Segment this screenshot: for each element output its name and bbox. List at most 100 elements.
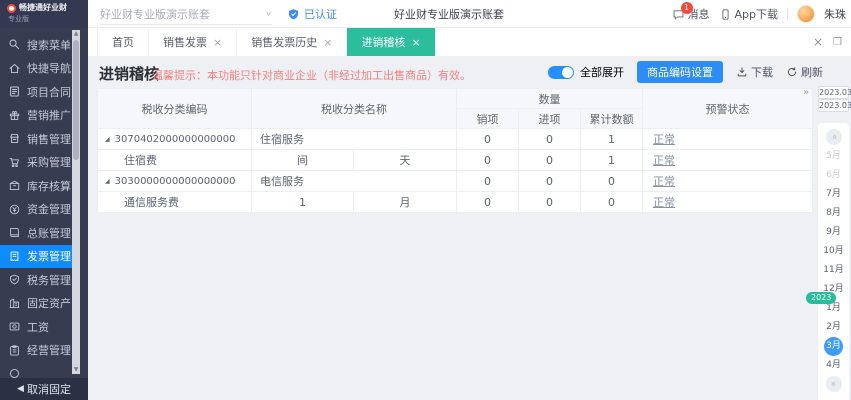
cart-icon	[8, 156, 21, 169]
table-row-child: 通信服务费 1 月 0 0 0 正常	[98, 192, 813, 213]
user-name[interactable]: 朱珠	[824, 6, 846, 22]
year-badge: 2023	[806, 292, 836, 304]
account-dropdown-value: 好业财专业版演示账套	[100, 6, 210, 22]
expand-caret-icon[interactable]: ◢	[105, 136, 110, 143]
month-item[interactable]: 8月	[818, 204, 849, 223]
table-row-group: ◢3030000000000000000 电信服务 0 0 0 正常	[98, 171, 813, 192]
logo-title: 畅捷通好业财	[19, 3, 67, 13]
app-download-button[interactable]: App下载	[719, 6, 779, 22]
close-all-tabs-icon[interactable]: ×	[813, 35, 823, 49]
months-scroll-up-button[interactable]: «	[826, 129, 842, 145]
close-icon[interactable]: ×	[213, 36, 222, 49]
sidebar-item-tax[interactable]: 税务管理	[0, 268, 72, 292]
status-link[interactable]: 正常	[653, 133, 675, 146]
month-item[interactable]: 9月	[818, 223, 849, 242]
expand-all-toggle[interactable]: 全部展开	[548, 64, 624, 80]
sidebar-item-invoice[interactable]: 发票管理	[0, 245, 72, 269]
table-row-group: ◢3070402000000000000 住宿服务 0 0 1 正常	[98, 129, 813, 150]
download-button[interactable]: 下载	[736, 64, 773, 80]
tab-home[interactable]: 首页	[97, 28, 149, 56]
tab-audit[interactable]: 进销稽核 ×	[347, 28, 435, 56]
month-item[interactable]: 4月	[818, 356, 849, 375]
status-link[interactable]: 正常	[653, 196, 675, 209]
phone-icon	[719, 8, 732, 21]
qty-input: 0	[519, 171, 581, 192]
scroll-up-icon[interactable]: ▲	[72, 30, 80, 38]
download-label: 下载	[751, 64, 773, 80]
tab-label: 首页	[112, 34, 134, 50]
refresh-label: 刷新	[801, 64, 823, 80]
sidebar-item-ledger[interactable]: 总账管理	[0, 221, 72, 245]
toggle-switch[interactable]	[548, 66, 574, 79]
sidebar-item-inventory[interactable]: 库存核算	[0, 174, 72, 198]
refresh-button[interactable]: 刷新	[786, 64, 823, 80]
month-item[interactable]: 5月	[818, 147, 849, 166]
divider	[787, 8, 788, 20]
month-item[interactable]: 2月	[818, 318, 849, 337]
page-hint: 温馨提示：本功能只针对商业企业（非经过加工出售商品）有效。	[152, 67, 471, 83]
scroll-down-icon[interactable]: ▼	[72, 366, 80, 374]
status-link[interactable]: 正常	[653, 154, 675, 167]
collapse-panel-icon[interactable]: »	[803, 87, 809, 98]
product-code-settings-button[interactable]: 商品编码设置	[637, 61, 723, 83]
toggle-label: 全部展开	[580, 64, 624, 80]
tab-sales-invoice[interactable]: 销售发票 ×	[149, 28, 237, 56]
item-name: 通信服务费	[98, 192, 252, 213]
month-item[interactable]: 11月	[818, 261, 849, 280]
period-end-box[interactable]: 2023.03	[818, 99, 849, 112]
qty-output: 0	[457, 171, 519, 192]
qty-output: 0	[457, 192, 519, 213]
avatar[interactable]	[797, 5, 815, 23]
status-link[interactable]: 正常	[653, 175, 675, 188]
messages-count-badge: 1	[681, 2, 693, 14]
month-item[interactable]: 6月	[818, 166, 849, 185]
logo: 畅捷通好业财 专业版	[0, 0, 88, 28]
month-item[interactable]: 10月	[818, 242, 849, 261]
months-scroll-down-button[interactable]: «	[826, 376, 842, 392]
shield-check-icon	[287, 8, 300, 21]
verified-badge: 已认证	[287, 0, 337, 28]
top-bar: 畅捷通好业财 专业版 好业财专业版演示账套 ∨ 已认证 好业财专业版演示账套 消…	[0, 0, 851, 28]
scrollbar-thumb[interactable]	[73, 40, 79, 160]
banknote-icon	[8, 320, 21, 333]
tax-code: 3070402000000000000	[115, 134, 236, 145]
logo-edition: 专业版	[8, 14, 88, 24]
messages-button[interactable]: 消息 1	[672, 6, 710, 22]
qty-output: 0	[457, 150, 519, 171]
close-icon[interactable]: ×	[323, 36, 332, 49]
qty-cumulative: 0	[581, 171, 643, 192]
month-item[interactable]: 3月	[824, 337, 843, 356]
sidebar-item-search-menu[interactable]: 搜索菜单	[0, 33, 72, 57]
expand-caret-icon[interactable]: ◢	[105, 178, 110, 185]
sidebar-scrollbar[interactable]: ▲ ▼	[72, 30, 80, 374]
sidebar-item-quick-nav[interactable]: 快捷导航	[0, 57, 72, 81]
sidebar-item-marketing[interactable]: 营销推广	[0, 104, 72, 128]
unit-input: 天	[354, 150, 457, 171]
page-header: 进销稽核 温馨提示：本功能只针对商业企业（非经过加工出售商品）有效。 全部展开 …	[88, 56, 851, 88]
fullscreen-icon[interactable]: ❐	[833, 37, 842, 48]
sidebar-item-payroll[interactable]: 工资	[0, 315, 72, 339]
sidebar-item-label: 工资	[27, 319, 49, 335]
month-item[interactable]: 7月	[818, 185, 849, 204]
col-header-cumulative: 累计数额	[581, 109, 643, 129]
sidebar-item-purchase[interactable]: 采购管理	[0, 151, 72, 175]
qty-cumulative: 1	[581, 150, 643, 171]
building-icon	[8, 297, 21, 310]
unit-input: 月	[354, 192, 457, 213]
period-start-box[interactable]: 2023.03	[818, 86, 849, 99]
sidebar-item-operations[interactable]: 经营管理	[0, 339, 72, 363]
unpin-label: 取消固定	[27, 381, 71, 397]
close-icon[interactable]: ×	[411, 36, 420, 49]
ledger-icon	[8, 226, 21, 239]
sidebar-item-sales[interactable]: 销售管理	[0, 127, 72, 151]
sidebar-item-project-contract[interactable]: 项目合同	[0, 80, 72, 104]
sidebar-item-label: 总账管理	[27, 225, 71, 241]
sidebar-item-fixed-assets[interactable]: 固定资产	[0, 292, 72, 316]
sidebar-item-funds[interactable]: 资金管理	[0, 198, 72, 222]
col-header-output: 销项	[457, 109, 519, 129]
unpin-sidebar-button[interactable]: ◀ 取消固定	[0, 378, 88, 400]
account-dropdown[interactable]: 好业财专业版演示账套 ∨	[100, 3, 272, 25]
store-icon	[8, 132, 21, 145]
invoice-icon	[8, 250, 21, 263]
tab-sales-invoice-history[interactable]: 销售发票历史 ×	[237, 28, 347, 56]
